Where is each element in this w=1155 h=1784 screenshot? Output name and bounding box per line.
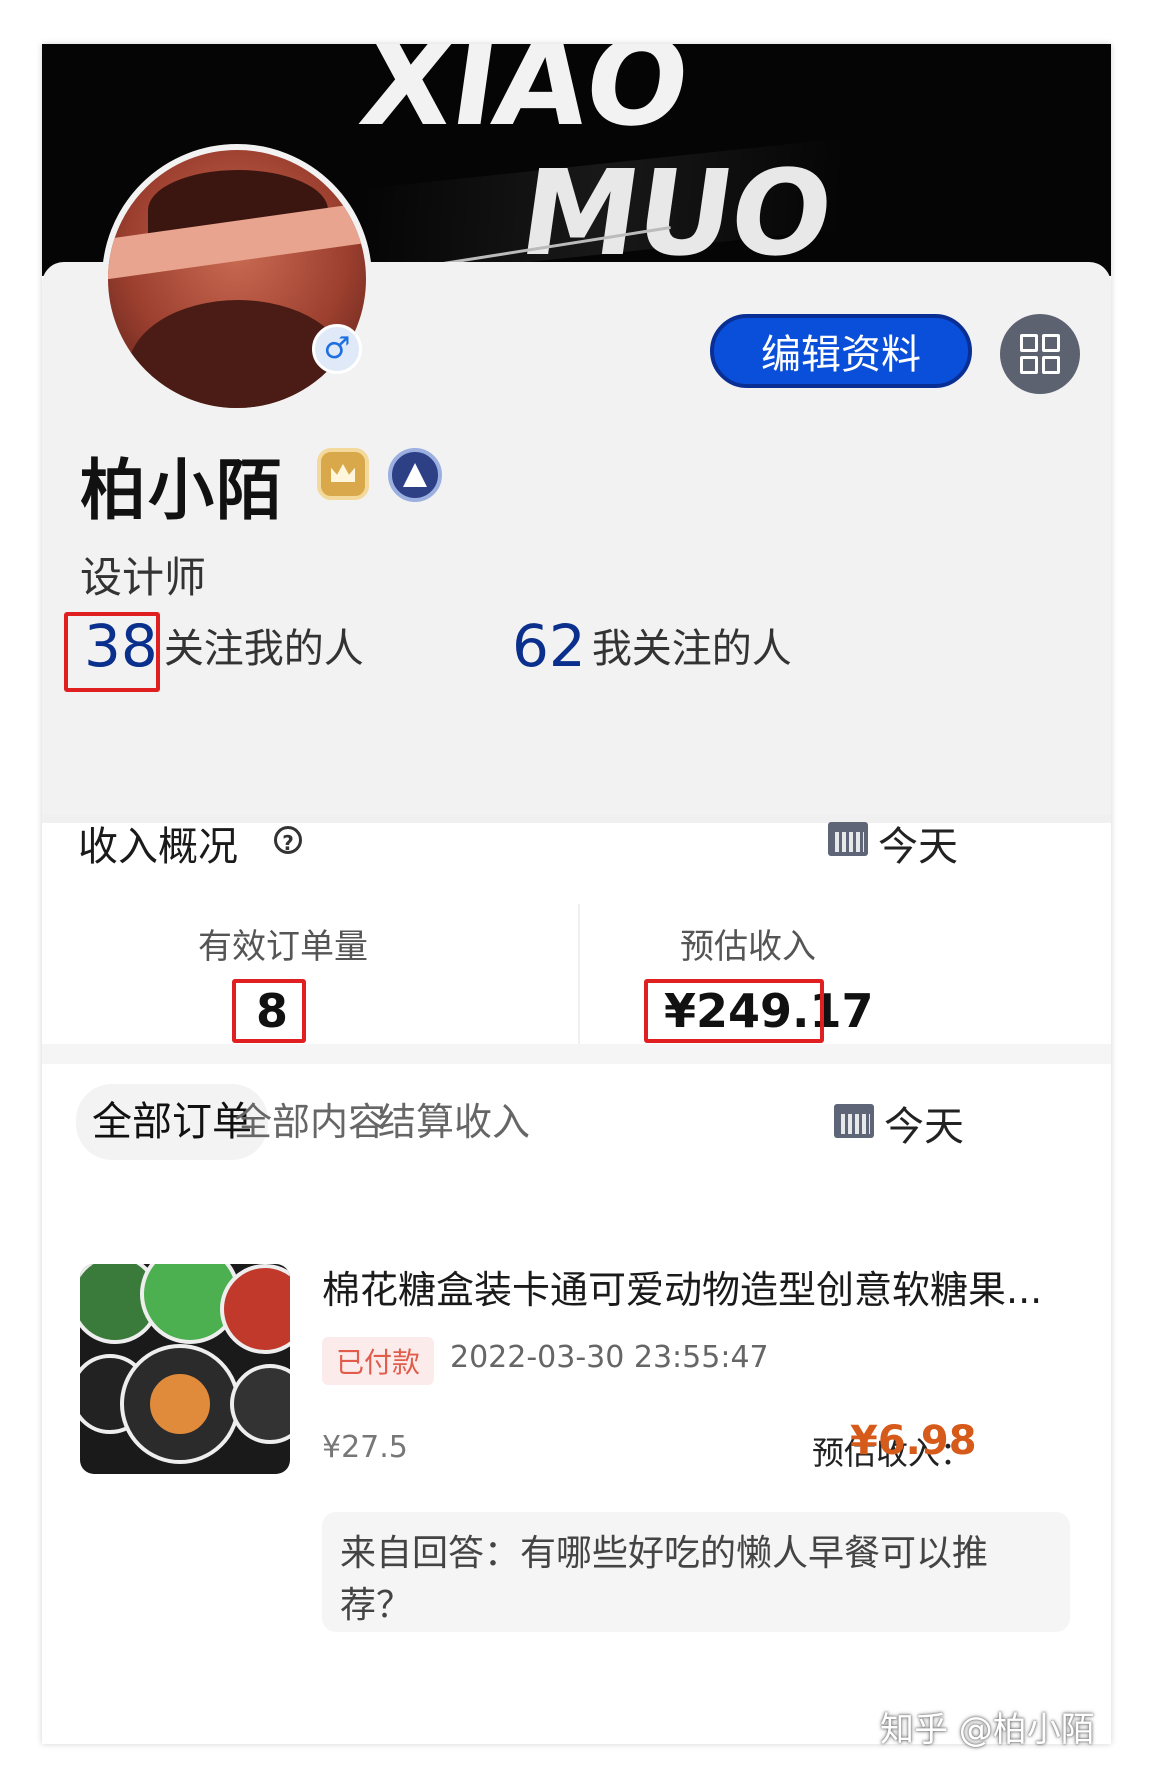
- order-estimated-value: ¥6.98: [850, 1418, 977, 1464]
- crown-badge-icon: [317, 448, 369, 500]
- orders-period[interactable]: 今天: [884, 1094, 964, 1152]
- tab-all-content[interactable]: 全部内容: [234, 1084, 386, 1160]
- app-screen: XIAO MUO 编辑资料 柏小陌 设计师 38关注我的人 62我关注的人: [42, 44, 1111, 1744]
- product-title[interactable]: 棉花糖盒装卡通可爱动物造型创意软糖果...: [322, 1259, 1092, 1314]
- edit-profile-button[interactable]: 编辑资料: [710, 314, 972, 388]
- following-stat[interactable]: 62 我关注的人: [512, 612, 792, 680]
- income-overview-title: 收入概况: [78, 824, 238, 870]
- male-gender-icon: ♂: [312, 324, 362, 374]
- product-thumbnail[interactable]: [80, 1264, 290, 1474]
- user-title: 设计师: [80, 553, 207, 602]
- zhihu-watermark: 知乎 @柏小陌: [880, 1710, 1095, 1750]
- tab-settled-income[interactable]: 结算收入: [378, 1084, 530, 1160]
- verified-badge-icon: [388, 448, 442, 502]
- metric-divider: [578, 904, 580, 1044]
- highlight-box-followers: [64, 612, 160, 692]
- section-divider-2: [42, 1044, 1111, 1064]
- order-timestamp: 2022-03-30 23:55:47: [450, 1340, 769, 1375]
- estimated-income-label: 预估收入: [680, 927, 816, 967]
- followers-label: 关注我的人: [163, 626, 364, 672]
- banner-text-line1: XIAO: [352, 44, 696, 153]
- order-status-badge: 已付款: [322, 1337, 435, 1385]
- qr-code-button[interactable]: [1000, 314, 1080, 394]
- valid-orders-label: 有效订单量: [198, 927, 368, 967]
- banner-text-line2: MUO: [512, 144, 840, 276]
- income-period[interactable]: 今天: [878, 814, 958, 872]
- calendar-icon[interactable]: [834, 1104, 874, 1138]
- help-icon[interactable]: ?: [274, 826, 302, 855]
- user-name: 柏小陌: [80, 452, 284, 529]
- calendar-icon[interactable]: [828, 822, 868, 856]
- following-count: 62: [512, 612, 586, 680]
- highlight-box-income: [644, 979, 824, 1043]
- source-answer[interactable]: 来自回答：有哪些好吃的懒人早餐可以推荐？: [322, 1512, 1070, 1632]
- following-label: 我关注的人: [591, 626, 792, 672]
- product-price: ¥27.5: [322, 1430, 408, 1465]
- highlight-box-orders: [232, 979, 306, 1043]
